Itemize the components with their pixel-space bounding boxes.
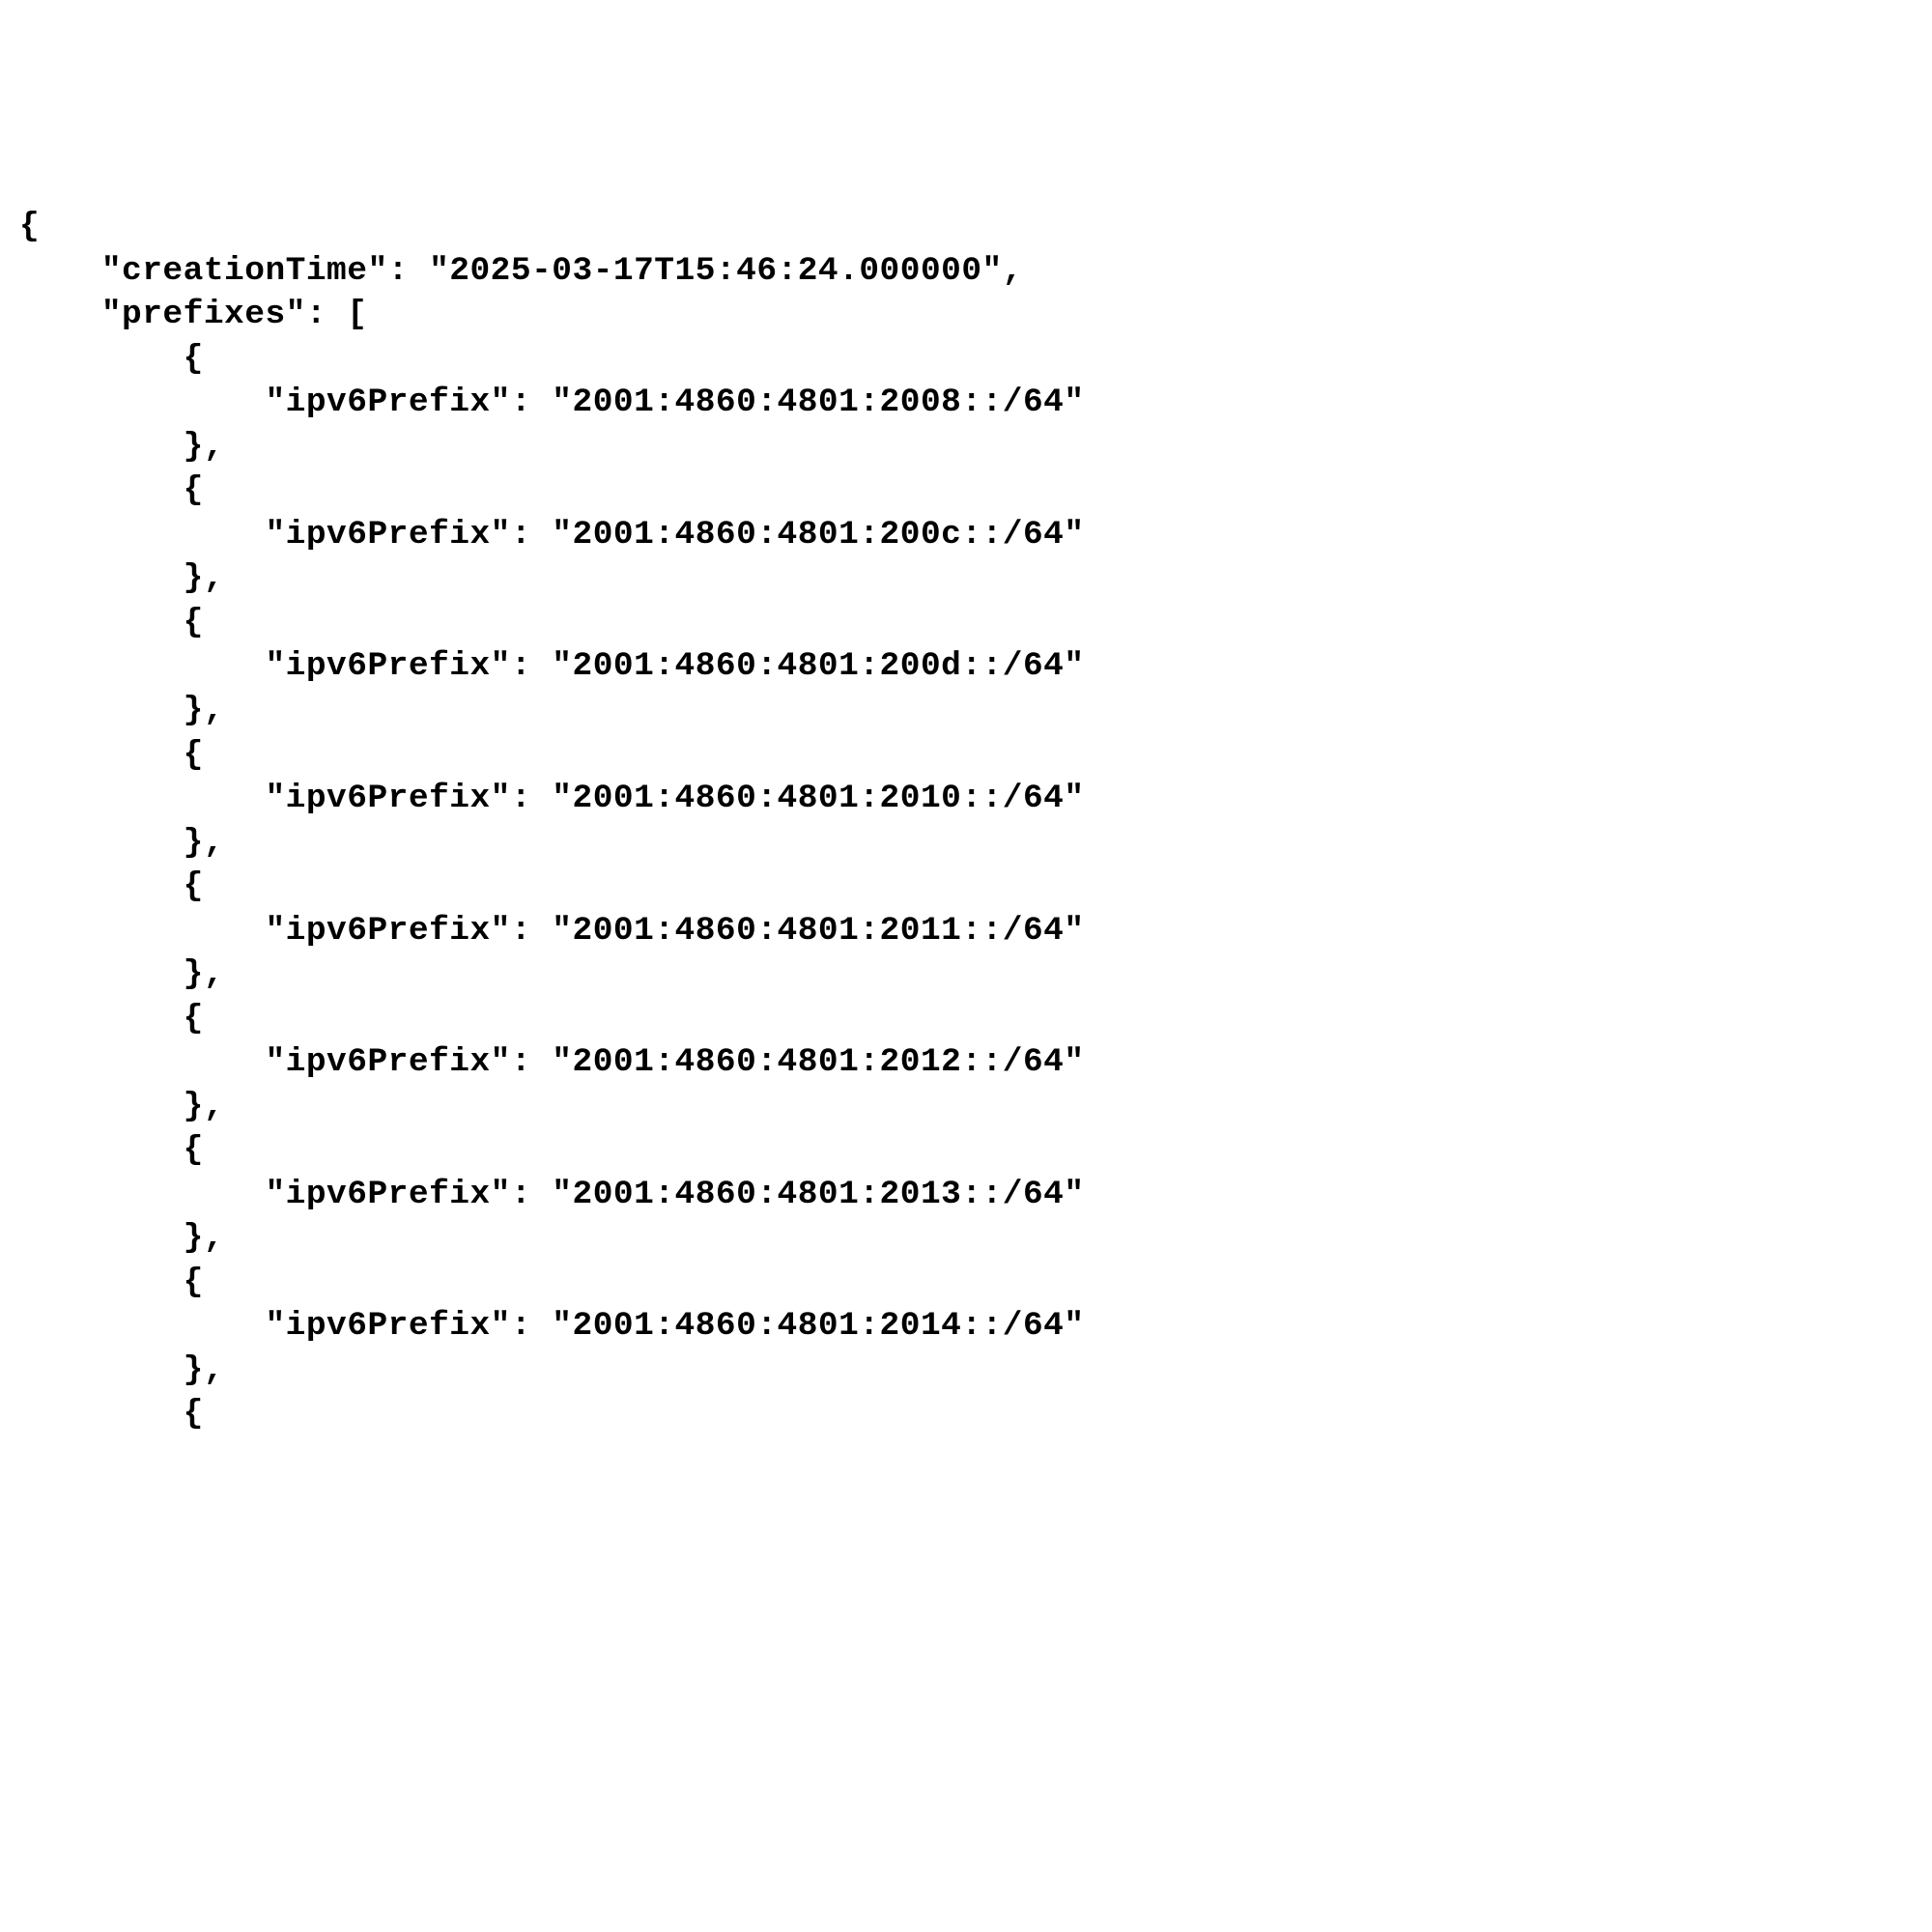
json-object-close: }, — [19, 821, 1932, 866]
json-creation-time: "creationTime": "2025-03-17T15:46:24.000… — [19, 249, 1932, 294]
json-object-open: { — [19, 1128, 1932, 1173]
json-object-open: { — [19, 469, 1932, 513]
json-object-close: }, — [19, 952, 1932, 997]
json-prefixes-open: "prefixes": [ — [19, 293, 1932, 337]
json-ipv6-prefix-entry: "ipv6Prefix": "2001:4860:4801:2012::/64" — [19, 1040, 1932, 1085]
json-ipv6-prefix-entry: "ipv6Prefix": "2001:4860:4801:2011::/64" — [19, 909, 1932, 953]
json-object-close: }, — [19, 556, 1932, 601]
json-object-open: { — [19, 733, 1932, 778]
json-ipv6-prefix-entry: "ipv6Prefix": "2001:4860:4801:2008::/64" — [19, 381, 1932, 425]
json-ipv6-prefix-entry: "ipv6Prefix": "2001:4860:4801:2013::/64" — [19, 1173, 1932, 1217]
json-object-open: { — [19, 337, 1932, 382]
json-object-open: { — [19, 1392, 1932, 1436]
json-open-brace: { — [19, 205, 1932, 249]
json-object-close: }, — [19, 1349, 1932, 1393]
json-object-open: { — [19, 865, 1932, 909]
json-text-block: { "creationTime": "2025-03-17T15:46:24.0… — [19, 205, 1932, 1436]
json-object-open: { — [19, 997, 1932, 1041]
json-object-close: }, — [19, 1216, 1932, 1261]
json-ipv6-prefix-entry: "ipv6Prefix": "2001:4860:4801:2014::/64" — [19, 1304, 1932, 1349]
json-object-open: { — [19, 601, 1932, 645]
json-ipv6-prefix-entry: "ipv6Prefix": "2001:4860:4801:200d::/64" — [19, 644, 1932, 689]
json-ipv6-prefix-entry: "ipv6Prefix": "2001:4860:4801:2010::/64" — [19, 777, 1932, 821]
json-object-close: }, — [19, 689, 1932, 733]
json-object-close: }, — [19, 1085, 1932, 1129]
json-ipv6-prefix-entry: "ipv6Prefix": "2001:4860:4801:200c::/64" — [19, 513, 1932, 557]
json-object-close: }, — [19, 425, 1932, 469]
json-object-open: { — [19, 1261, 1932, 1305]
